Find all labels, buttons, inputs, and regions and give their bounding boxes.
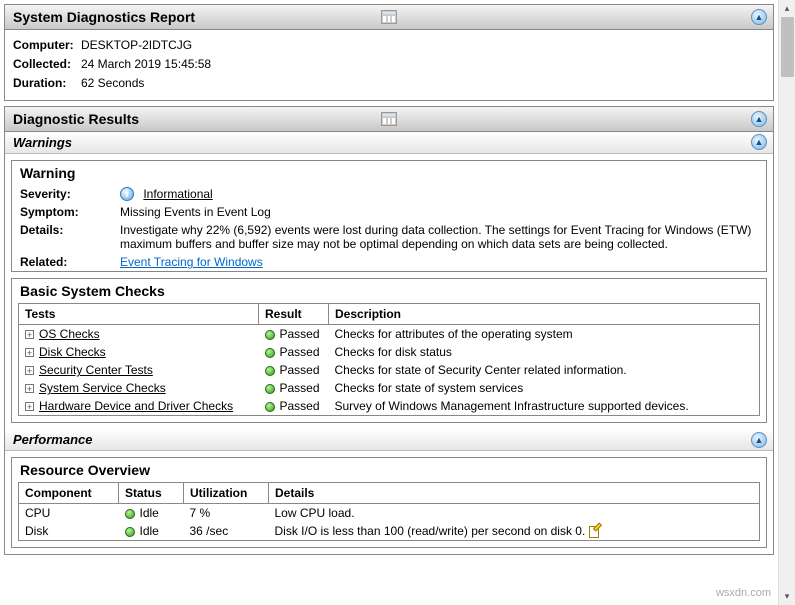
component-value: CPU xyxy=(19,504,119,523)
table-row: Disk Idle 36 /sec Disk I/O is less than 100… xyxy=(19,522,760,541)
test-name-link[interactable]: Disk Checks xyxy=(39,345,106,359)
details-value: Investigate why 22% (6,592) events were … xyxy=(112,221,766,253)
expand-icon[interactable]: + xyxy=(25,330,34,339)
status-idle-icon xyxy=(125,509,135,519)
result-value: Passed xyxy=(280,363,320,377)
expand-icon[interactable]: + xyxy=(25,348,34,357)
meta-duration-label: Duration: xyxy=(13,74,81,93)
description-value: Checks for state of system services xyxy=(329,379,760,397)
calendar-icon xyxy=(381,10,397,24)
calendar-icon xyxy=(381,112,397,126)
utilization-value: 7 % xyxy=(184,504,269,523)
related-label: Related: xyxy=(12,253,112,271)
test-name-link[interactable]: Security Center Tests xyxy=(39,363,153,377)
col-utilization: Utilization xyxy=(184,483,269,504)
result-value: Passed xyxy=(280,327,320,341)
diagnostic-results-header[interactable]: Diagnostic Results ▲ xyxy=(5,107,773,132)
result-value: Passed xyxy=(280,345,320,359)
expand-icon[interactable]: + xyxy=(25,384,34,393)
description-value: Checks for state of Security Center rela… xyxy=(329,361,760,379)
utilization-value: 36 /sec xyxy=(184,522,269,541)
edit-icon[interactable] xyxy=(589,526,601,538)
subheader-title: Warnings xyxy=(13,135,72,150)
table-row: + Disk Checks Passed Checks for disk status xyxy=(19,343,760,361)
scrollbar-thumb[interactable] xyxy=(781,17,794,77)
status-idle-icon xyxy=(125,527,135,537)
expand-icon[interactable]: + xyxy=(25,402,34,411)
vertical-scrollbar[interactable]: ▴ ▾ xyxy=(778,0,795,605)
basic-checks-panel: Basic System Checks Tests Result Descrip… xyxy=(11,278,767,423)
warning-details-table: Severity: i Informational Symptom: Missi… xyxy=(12,185,766,272)
table-row: CPU Idle 7 % Low CPU load. xyxy=(19,504,760,523)
description-value: Checks for disk status xyxy=(329,343,760,361)
status-value: Idle xyxy=(140,524,159,538)
component-value: Disk xyxy=(19,522,119,541)
details-value: Low CPU load. xyxy=(275,506,355,520)
description-value: Checks for attributes of the operating s… xyxy=(329,325,760,344)
status-pass-icon xyxy=(265,384,275,394)
details-label: Details: xyxy=(12,221,112,253)
system-diagnostics-header[interactable]: System Diagnostics Report ▲ xyxy=(5,5,773,30)
status-pass-icon xyxy=(265,330,275,340)
result-value: Passed xyxy=(280,381,320,395)
symptom-value: Missing Events in Event Log xyxy=(112,203,766,221)
col-status: Status xyxy=(119,483,184,504)
resource-overview-title: Resource Overview xyxy=(12,458,766,482)
table-row: + OS Checks Passed Checks for attributes of… xyxy=(19,325,760,344)
related-link[interactable]: Event Tracing for Windows xyxy=(120,255,263,269)
scroll-up-arrow-icon[interactable]: ▴ xyxy=(779,0,795,17)
warnings-subheader[interactable]: Warnings ▲ xyxy=(5,132,773,154)
table-row: + Security Center Tests Passed Checks for s… xyxy=(19,361,760,379)
resource-overview-panel: Resource Overview Component Status Utili… xyxy=(11,457,767,548)
diagnostic-results-panel: Diagnostic Results ▲ Warnings ▲ Warning … xyxy=(4,106,774,556)
result-value: Passed xyxy=(280,399,320,413)
warning-panel: Warning Severity: i Informational Sympto… xyxy=(11,160,767,273)
resource-overview-table: Component Status Utilization Details CPU… xyxy=(18,482,760,541)
col-component: Component xyxy=(19,483,119,504)
meta-computer-label: Computer: xyxy=(13,36,81,55)
symptom-label: Symptom: xyxy=(12,203,112,221)
meta-duration-value: 62 Seconds xyxy=(81,74,144,93)
severity-label: Severity: xyxy=(12,185,112,204)
basic-checks-table: Tests Result Description + OS Checks Passe… xyxy=(18,303,760,416)
col-result: Result xyxy=(259,304,329,325)
system-diagnostics-panel: System Diagnostics Report ▲ Computer: DE… xyxy=(4,4,774,101)
scroll-down-arrow-icon[interactable]: ▾ xyxy=(779,588,795,605)
col-description: Description xyxy=(329,304,760,325)
test-name-link[interactable]: Hardware Device and Driver Checks xyxy=(39,399,233,413)
collapse-button[interactable]: ▲ xyxy=(751,9,767,25)
status-pass-icon xyxy=(265,348,275,358)
table-row: + System Service Checks Passed Checks for s… xyxy=(19,379,760,397)
table-row: + Hardware Device and Driver Checks Passed… xyxy=(19,397,760,416)
info-icon: i xyxy=(120,187,134,201)
collapse-button[interactable]: ▲ xyxy=(751,432,767,448)
test-name-link[interactable]: System Service Checks xyxy=(39,381,166,395)
collapse-button[interactable]: ▲ xyxy=(751,111,767,127)
report-scroll-area[interactable]: System Diagnostics Report ▲ Computer: DE… xyxy=(0,0,778,605)
expand-icon[interactable]: + xyxy=(25,366,34,375)
performance-subheader[interactable]: Performance ▲ xyxy=(5,429,773,451)
details-value: Disk I/O is less than 100 (read/write) p… xyxy=(275,524,586,538)
panel-title: Diagnostic Results xyxy=(13,111,139,127)
meta-computer-value: DESKTOP-2IDTCJG xyxy=(81,36,192,55)
subheader-title: Performance xyxy=(13,432,92,447)
report-meta: Computer: DESKTOP-2IDTCJG Collected: 24 … xyxy=(5,30,773,100)
basic-checks-title: Basic System Checks xyxy=(12,279,766,303)
status-pass-icon xyxy=(265,402,275,412)
collapse-button[interactable]: ▲ xyxy=(751,134,767,150)
test-name-link[interactable]: OS Checks xyxy=(39,327,100,341)
meta-collected-label: Collected: xyxy=(13,55,81,74)
col-tests: Tests xyxy=(19,304,259,325)
severity-value-link[interactable]: Informational xyxy=(143,187,212,201)
warning-title: Warning xyxy=(12,161,766,185)
status-pass-icon xyxy=(265,366,275,376)
status-value: Idle xyxy=(140,506,159,520)
panel-title: System Diagnostics Report xyxy=(13,9,195,25)
meta-collected-value: 24 March 2019 15:45:58 xyxy=(81,55,211,74)
col-details: Details xyxy=(269,483,760,504)
description-value: Survey of Windows Management Infrastruct… xyxy=(329,397,760,416)
